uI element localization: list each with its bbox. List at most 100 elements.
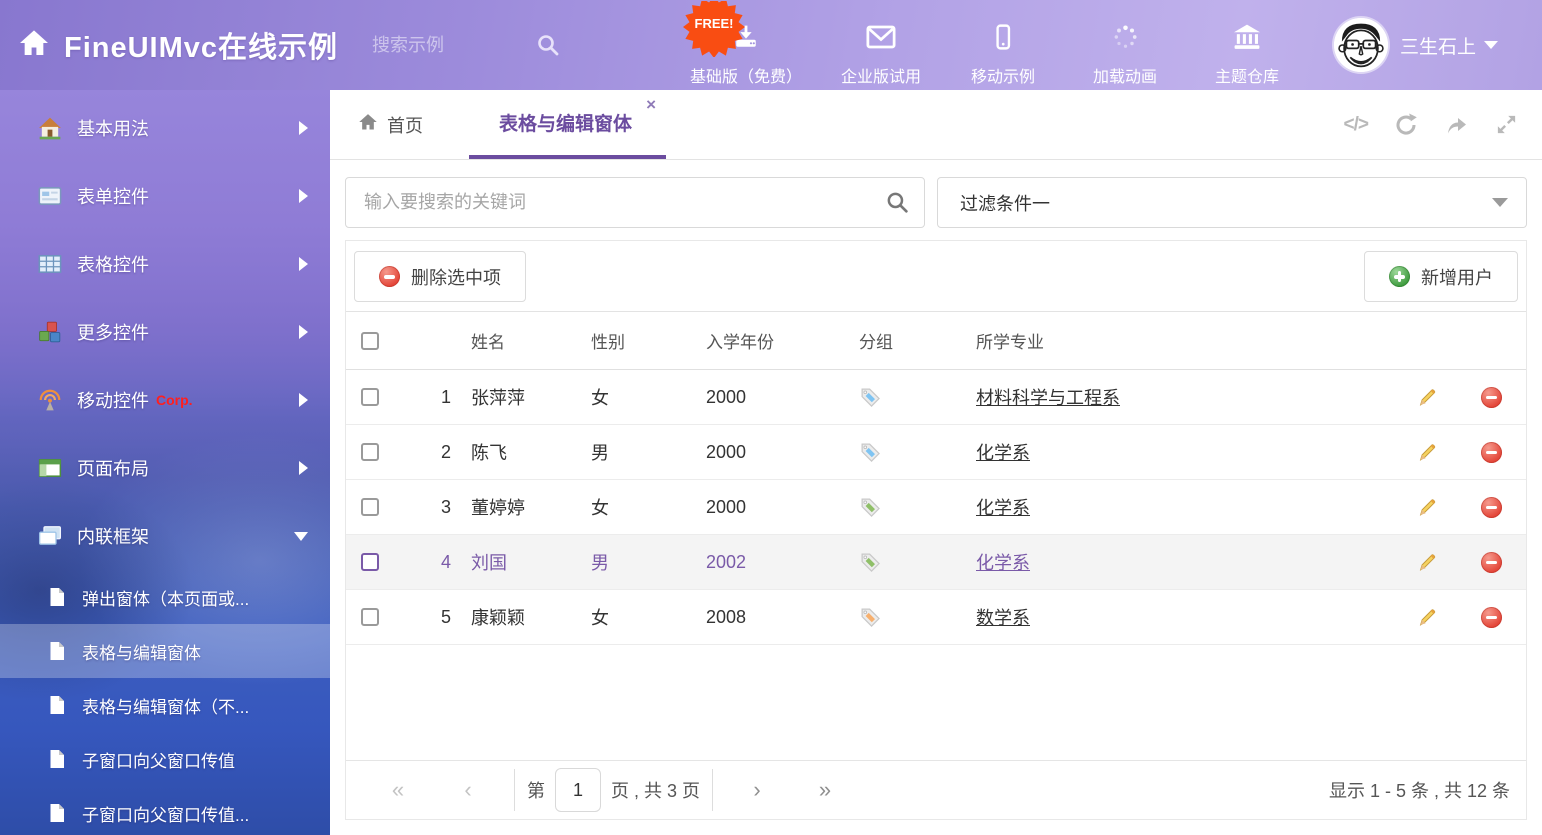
nav-item-theme-repo[interactable]: 主题仓库 [1204, 4, 1290, 87]
tab-label: 首页 [387, 112, 423, 138]
cell-gender: 女 [571, 384, 691, 410]
sidebar-item-mobile-controls[interactable]: 移动控件 Corp. [0, 366, 330, 434]
table-row[interactable]: 1 张萍萍 女 2000 材料科学与工程系 [346, 370, 1526, 425]
cell-gender: 女 [571, 604, 691, 630]
page-suffix-label: 页 , 共 3 页 [611, 777, 700, 803]
major-link[interactable]: 材料科学与工程系 [976, 388, 1120, 408]
sidebar-item-label: 基本用法 [77, 115, 149, 141]
antenna-icon [38, 388, 62, 412]
nav-item-mobile-demos[interactable]: 移动示例 [960, 4, 1046, 87]
nav-label: 加载动画 [1093, 63, 1157, 87]
row-checkbox[interactable] [361, 553, 379, 571]
sidebar-subitem-child-to-parent-2[interactable]: 子窗口向父窗口传值... [0, 786, 330, 835]
nav-label: 移动示例 [971, 63, 1035, 87]
column-header-major[interactable]: 所学专业 [956, 328, 1400, 353]
tab-grid-edit-window[interactable]: 表格与编辑窗体 × [469, 90, 666, 159]
edit-pencil-icon[interactable] [1400, 606, 1456, 628]
row-checkbox[interactable] [361, 443, 379, 461]
refresh-icon[interactable] [1394, 113, 1418, 137]
sidebar-subitem-child-to-parent[interactable]: 子窗口向父窗口传值 [0, 732, 330, 786]
delete-row-icon[interactable] [1456, 387, 1526, 408]
chevron-down-icon [1492, 198, 1508, 207]
sidebar-item-grid-controls[interactable]: 表格控件 [0, 230, 330, 298]
select-all-checkbox[interactable] [361, 332, 379, 350]
major-link[interactable]: 化学系 [976, 443, 1030, 463]
expand-icon[interactable] [1495, 113, 1518, 136]
major-link[interactable]: 化学系 [976, 498, 1030, 518]
nav-item-enterprise-trial[interactable]: 企业版试用 [838, 4, 924, 87]
nav-label: 主题仓库 [1215, 63, 1279, 87]
header-search-input[interactable] [372, 35, 522, 56]
last-page-button[interactable]: » [805, 777, 845, 803]
close-icon[interactable]: × [646, 98, 656, 112]
filter-dropdown[interactable]: 过滤条件一 [937, 177, 1527, 228]
share-icon[interactable] [1444, 113, 1469, 137]
table-row[interactable]: 2 陈飞 男 2000 化学系 [346, 425, 1526, 480]
chevron-right-icon [299, 461, 308, 475]
nav-item-basic-free[interactable]: 基础版（免费） [690, 4, 802, 87]
major-link[interactable]: 数学系 [976, 608, 1030, 628]
sidebar-item-basic-usage[interactable]: 基本用法 [0, 94, 330, 162]
page-icon [47, 749, 67, 769]
tag-icon [841, 606, 956, 629]
page-number-input[interactable] [555, 768, 601, 812]
delete-selected-button[interactable]: 删除选中项 [354, 251, 526, 302]
sidebar-item-form-controls[interactable]: 表单控件 [0, 162, 330, 230]
row-checkbox[interactable] [361, 388, 379, 406]
column-header-year[interactable]: 入学年份 [691, 328, 841, 353]
delete-row-icon[interactable] [1456, 497, 1526, 518]
sidebar: 基本用法 表单控件 [0, 90, 330, 835]
filter-dropdown-value: 过滤条件一 [960, 190, 1050, 216]
plus-circle-icon [1389, 266, 1410, 287]
table-row[interactable]: 5 康颖颖 女 2008 数学系 [346, 590, 1526, 645]
search-icon[interactable] [536, 33, 560, 57]
prev-page-button[interactable]: ‹ [448, 777, 488, 803]
table-row[interactable]: 4 刘国 男 2002 化学系 [346, 535, 1526, 590]
next-page-button[interactable]: › [737, 777, 777, 803]
cell-name: 康颖颖 [451, 604, 571, 630]
edit-pencil-icon[interactable] [1400, 386, 1456, 408]
edit-pencil-icon[interactable] [1400, 551, 1456, 573]
app-logo[interactable]: FineUIMvc在线示例 [18, 24, 338, 66]
record-summary: 显示 1 - 5 条 , 共 12 条 [1329, 777, 1510, 803]
delete-row-icon[interactable] [1456, 552, 1526, 573]
home-tab-icon [358, 112, 378, 137]
major-link[interactable]: 化学系 [976, 553, 1030, 573]
column-header-name[interactable]: 姓名 [451, 328, 571, 353]
search-icon[interactable] [885, 190, 910, 215]
source-code-icon[interactable]: </> [1344, 114, 1368, 136]
keyword-search-input[interactable] [345, 177, 925, 228]
row-checkbox[interactable] [361, 498, 379, 516]
page-prefix-label: 第 [527, 777, 545, 803]
delete-row-icon[interactable] [1456, 607, 1526, 628]
sidebar-item-label: 页面布局 [77, 455, 149, 481]
sidebar-item-more-controls[interactable]: 更多控件 [0, 298, 330, 366]
cell-gender: 男 [571, 549, 691, 575]
sidebar-item-label: 表单控件 [77, 183, 149, 209]
sidebar-item-iframe[interactable]: 内联框架 [0, 502, 330, 570]
sidebar-subitem-grid-edit-window-no[interactable]: 表格与编辑窗体（不... [0, 678, 330, 732]
filter-row: 过滤条件一 [345, 177, 1527, 228]
column-header-gender[interactable]: 性别 [571, 328, 691, 353]
cell-name: 张萍萍 [451, 384, 571, 410]
add-user-button[interactable]: 新增用户 [1364, 251, 1518, 302]
first-page-button[interactable]: « [378, 777, 418, 803]
sidebar-subitem-popup-window[interactable]: 弹出窗体（本页面或... [0, 570, 330, 624]
sidebar-subitem-grid-edit-window[interactable]: 表格与编辑窗体 [0, 624, 330, 678]
tab-toolbar: </> [1344, 90, 1518, 159]
edit-pencil-icon[interactable] [1400, 441, 1456, 463]
delete-row-icon[interactable] [1456, 442, 1526, 463]
row-checkbox[interactable] [361, 608, 379, 626]
user-menu[interactable]: 三生石上 [1334, 18, 1498, 72]
nav-item-loading-animations[interactable]: 加载动画 [1082, 4, 1168, 87]
tab-home[interactable]: 首页 [346, 90, 435, 159]
cell-year: 2000 [691, 442, 841, 463]
top-header: FineUIMvc在线示例 基础版（免费） [0, 0, 1542, 90]
layout-icon [38, 456, 62, 480]
row-number: 3 [409, 497, 451, 518]
table-row[interactable]: 3 董婷婷 女 2000 化学系 [346, 480, 1526, 535]
cell-name: 陈飞 [451, 439, 571, 465]
edit-pencil-icon[interactable] [1400, 496, 1456, 518]
column-header-group[interactable]: 分组 [841, 328, 956, 353]
sidebar-item-page-layout[interactable]: 页面布局 [0, 434, 330, 502]
